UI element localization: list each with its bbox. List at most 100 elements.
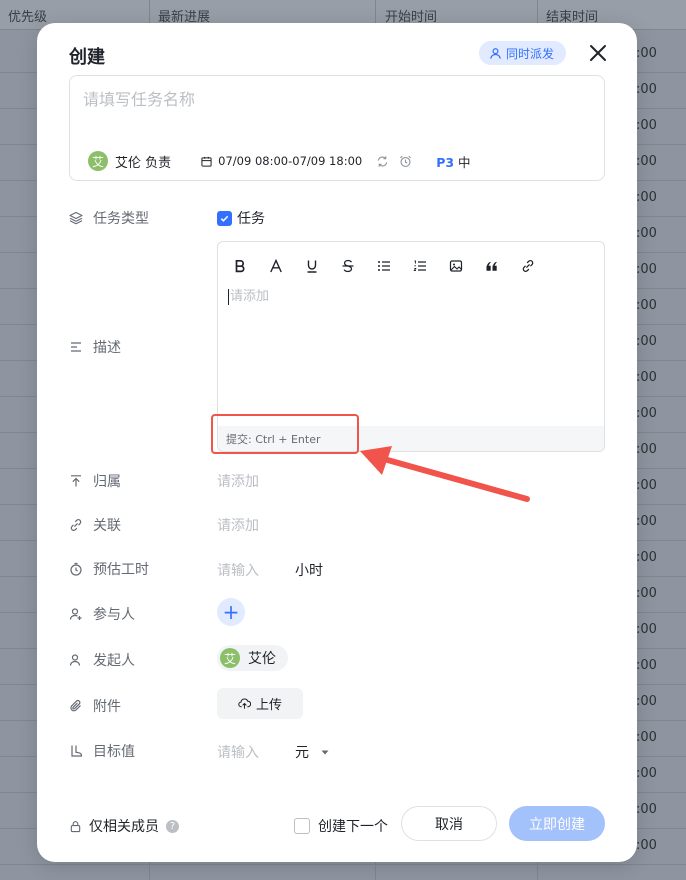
task-meta-bar: 艾 艾伦 负责 07/09 08:00-07/09 18:00 P3 中: [88, 151, 471, 171]
link-icon: [69, 518, 83, 532]
background-end-time: :00: [636, 622, 657, 637]
currency-select[interactable]: 元: [295, 742, 329, 762]
cloud-upload-icon: [238, 697, 251, 710]
task-name-input[interactable]: [83, 90, 583, 109]
target-input[interactable]: 请输入: [217, 742, 259, 762]
cancel-button[interactable]: 取消: [401, 806, 497, 841]
task-checkbox-icon: [217, 210, 232, 226]
background-end-time: :00: [636, 406, 657, 421]
upload-label: 上传: [256, 698, 283, 713]
task-type-selector[interactable]: 任务: [217, 208, 265, 228]
field-label: 发起人: [93, 653, 135, 669]
estimate-input[interactable]: 请输入: [217, 560, 259, 580]
date-range-text: 07/09 08:00-07/09 18:00: [218, 154, 363, 168]
close-icon[interactable]: [588, 43, 608, 63]
field-label: 附件: [93, 699, 121, 715]
repeat-icon[interactable]: [376, 155, 389, 168]
calendar-icon: [201, 156, 212, 167]
link-icon[interactable]: [516, 254, 539, 277]
create-next-checkbox[interactable]: 创建下一个: [294, 816, 388, 836]
bold-icon[interactable]: [228, 254, 251, 277]
alarm-icon[interactable]: [399, 155, 412, 168]
belongs-input[interactable]: 请添加: [217, 471, 259, 491]
field-task-type: 任务类型: [69, 208, 149, 228]
checkbox-box[interactable]: [294, 818, 310, 834]
align-left-icon: [69, 340, 83, 354]
initiator-chip[interactable]: 艾 艾伦: [217, 645, 288, 671]
assign-simultaneously-button[interactable]: 同时派发: [479, 41, 567, 65]
background-row-divider: [0, 864, 686, 865]
field-label: 任务类型: [93, 211, 149, 227]
background-end-time: :00: [636, 370, 657, 385]
background-end-time: :00: [636, 694, 657, 709]
annotation-highlight-box: [211, 414, 359, 454]
caret-down-icon: [321, 748, 329, 756]
background-end-time: :00: [636, 766, 657, 781]
background-end-time: :00: [636, 514, 657, 529]
ordered-list-icon[interactable]: [408, 254, 431, 277]
create-next-label: 创建下一个: [318, 819, 388, 835]
priority-selector[interactable]: P3 中: [436, 152, 470, 171]
field-label: 描述: [93, 340, 121, 356]
help-icon[interactable]: ?: [166, 819, 179, 833]
background-end-time: :00: [636, 154, 657, 169]
currency-value: 元: [295, 745, 309, 761]
field-label: 归属: [93, 474, 121, 490]
create-task-dialog: 创建 同时派发 艾 艾伦 负责 07/09 08:00-07/09 18:00: [37, 23, 637, 862]
header-priority: 优先级: [8, 10, 48, 25]
field-label: 预估工时: [93, 562, 149, 578]
background-end-time: :00: [636, 838, 657, 853]
field-label: 参与人: [93, 607, 135, 623]
background-end-time: :00: [636, 118, 657, 133]
boot-icon: [69, 744, 83, 758]
related-input[interactable]: 请添加: [217, 515, 259, 535]
avatar[interactable]: 艾: [88, 151, 108, 171]
layers-icon: [69, 211, 83, 225]
background-end-time: :00: [636, 478, 657, 493]
date-range-picker[interactable]: 07/09 08:00-07/09 18:00: [201, 154, 412, 168]
background-end-time: :00: [636, 334, 657, 349]
strikethrough-icon[interactable]: [336, 254, 359, 277]
font-color-icon[interactable]: [264, 254, 287, 277]
initiator-name: 艾伦: [248, 651, 276, 667]
background-end-time: :00: [636, 190, 657, 205]
user-icon: [69, 653, 83, 667]
background-end-time: :00: [636, 658, 657, 673]
visibility-setting[interactable]: 仅相关成员 ?: [69, 816, 179, 836]
timer-icon: [69, 562, 83, 576]
background-end-time: :00: [636, 262, 657, 277]
quote-icon[interactable]: [480, 254, 503, 277]
background-end-time: :00: [636, 550, 657, 565]
field-label: 关联: [93, 518, 121, 534]
description-placeholder: 请添加: [228, 289, 270, 305]
upload-button[interactable]: 上传: [217, 688, 304, 719]
assign-label: 同时派发: [506, 46, 555, 61]
underline-icon[interactable]: [300, 254, 323, 277]
avatar: 艾: [220, 648, 240, 668]
background-end-time: :00: [636, 226, 657, 241]
field-belongs: 归属: [69, 471, 121, 491]
add-user-icon: [69, 607, 83, 621]
create-now-button[interactable]: 立即创建: [509, 806, 605, 841]
background-end-time: :00: [636, 46, 657, 61]
background-end-time: :00: [636, 730, 657, 745]
editor-toolbar: [228, 254, 539, 277]
task-type-value: 任务: [237, 211, 265, 227]
field-description: 描述: [69, 337, 121, 357]
dialog-title: 创建: [69, 47, 105, 68]
task-name-box: 艾 艾伦 负责 07/09 08:00-07/09 18:00 P3 中: [69, 75, 605, 181]
field-estimate: 预估工时: [69, 559, 149, 579]
upload-arrow-icon: [69, 474, 83, 488]
visibility-label: 仅相关成员: [89, 819, 159, 835]
bullet-list-icon[interactable]: [372, 254, 395, 277]
field-target: 目标值: [69, 741, 135, 761]
add-participant-button[interactable]: +: [217, 598, 245, 626]
background-end-time: :00: [636, 82, 657, 97]
estimate-unit: 小时: [295, 563, 323, 579]
background-end-time: :00: [636, 802, 657, 817]
image-icon[interactable]: [444, 254, 467, 277]
paperclip-icon: [69, 699, 83, 713]
field-participants: 参与人: [69, 604, 135, 624]
owner-name[interactable]: 艾伦 负责: [115, 152, 171, 171]
field-label: 目标值: [93, 744, 135, 760]
